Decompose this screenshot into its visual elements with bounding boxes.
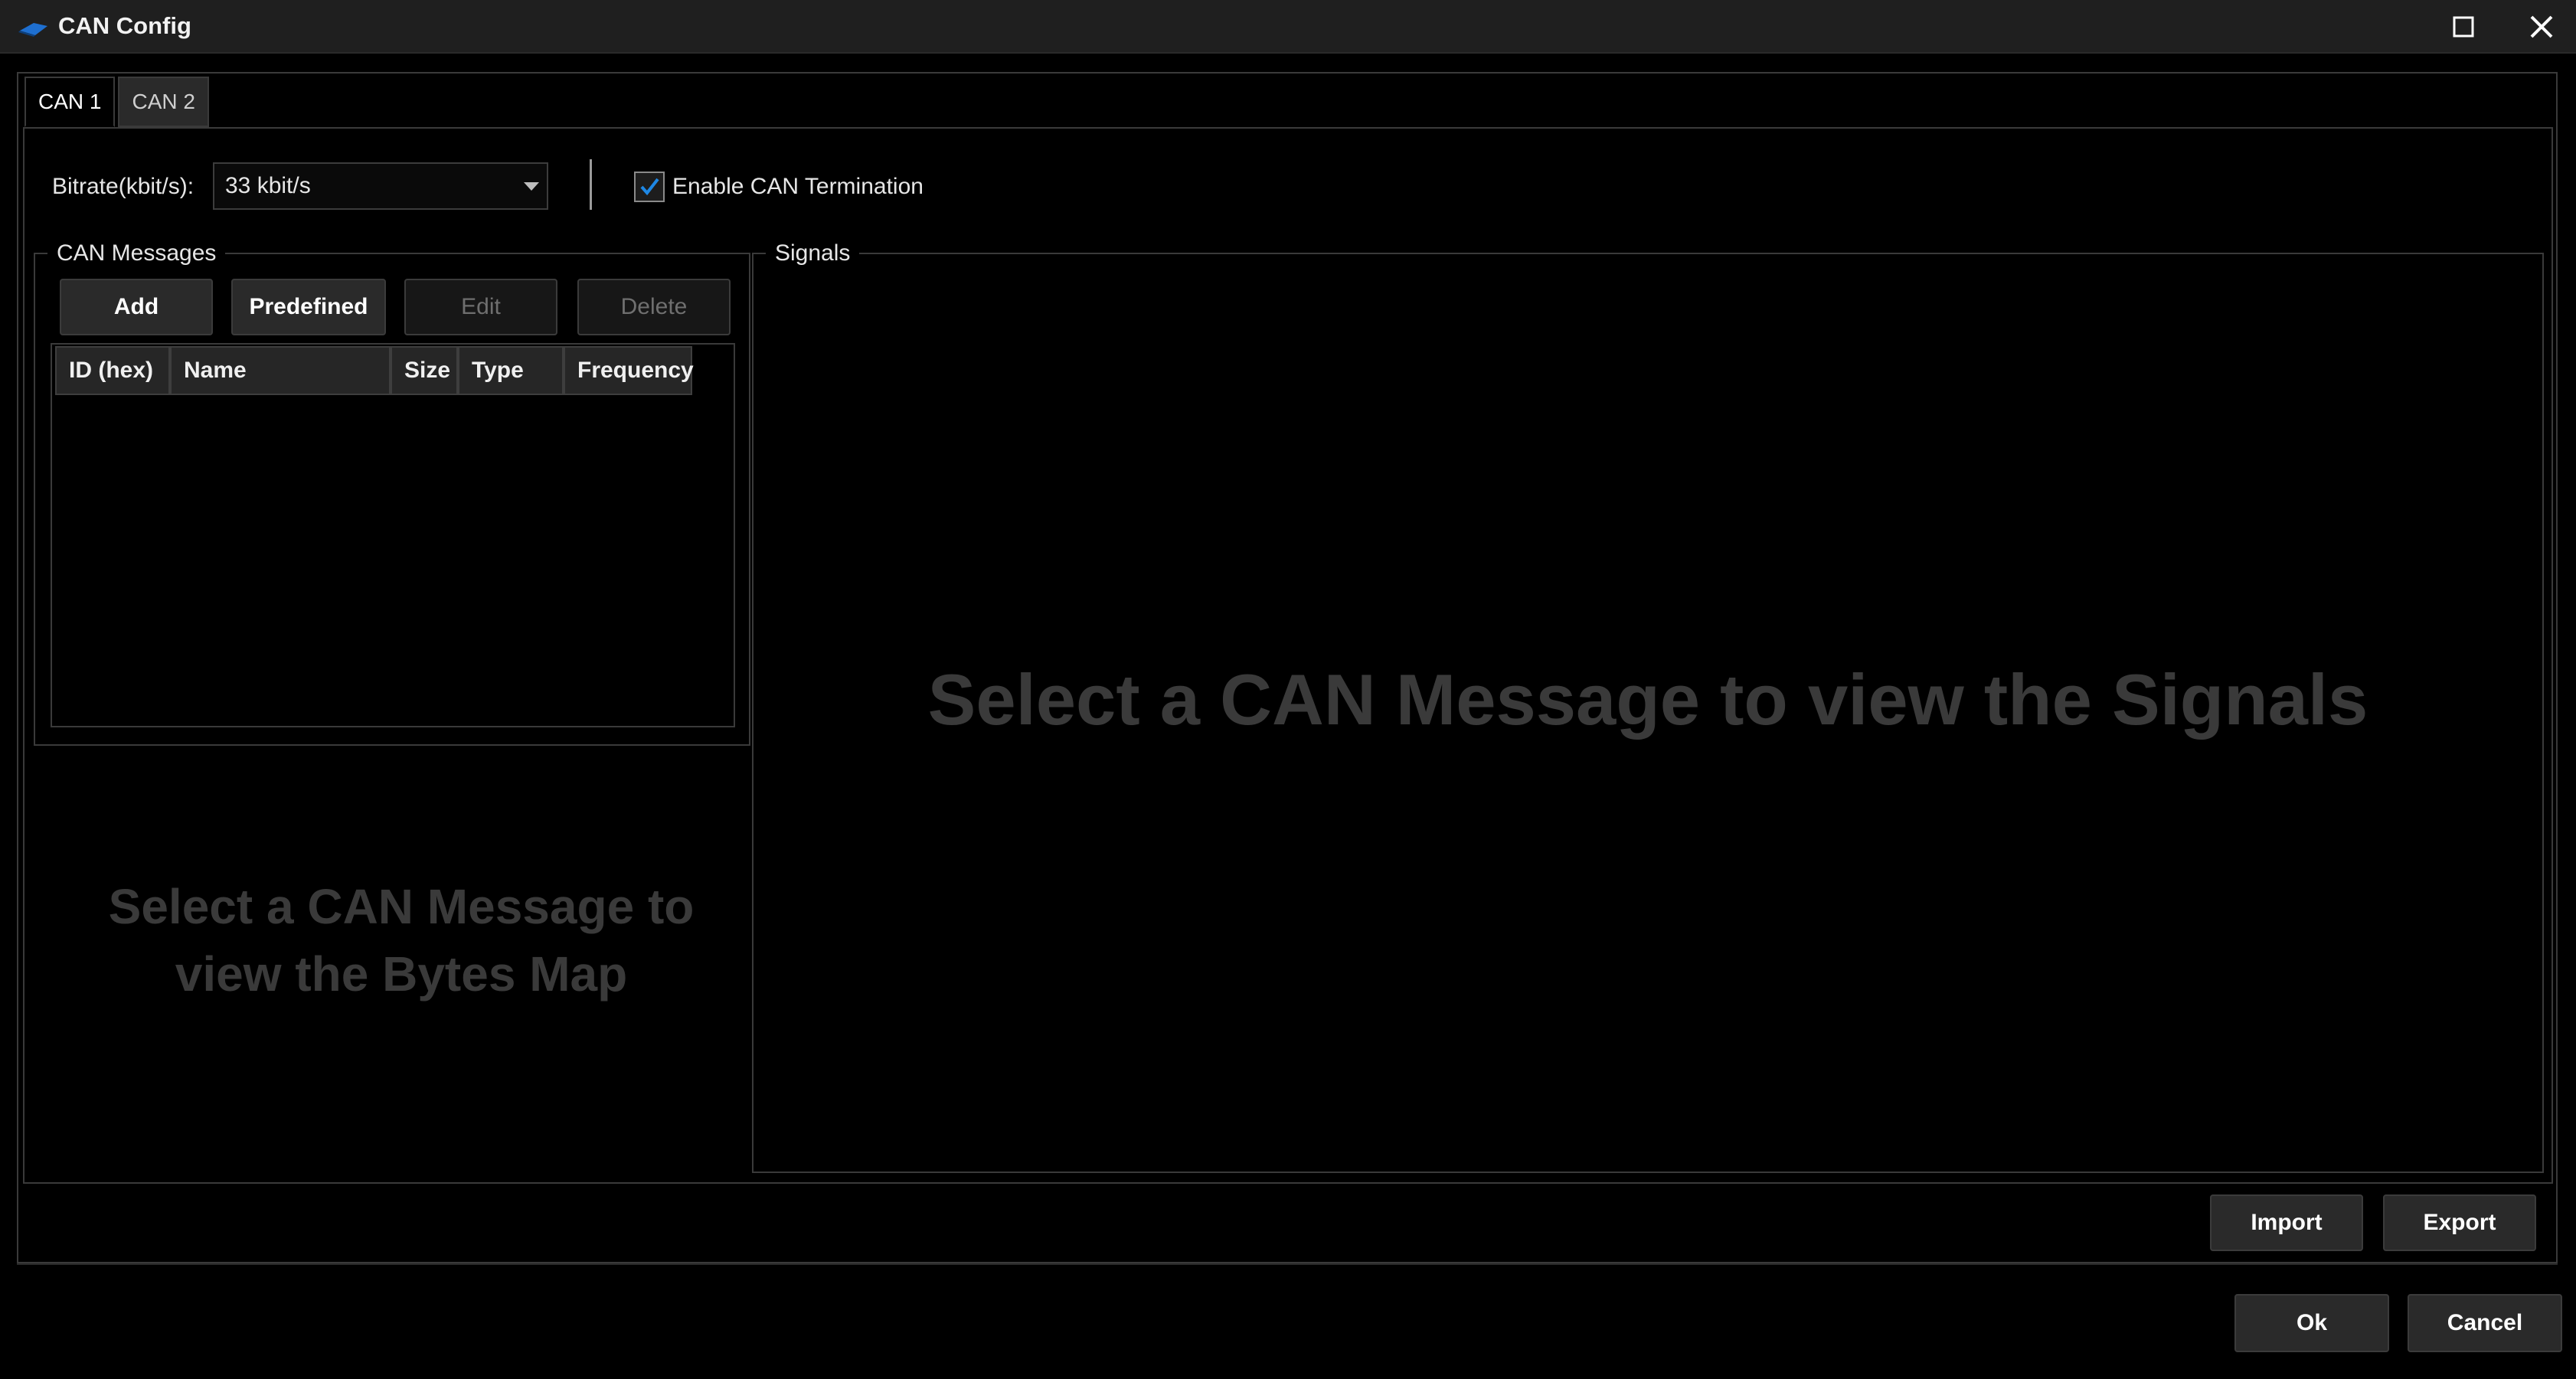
- column-id-hex[interactable]: ID (hex): [55, 346, 170, 395]
- footer-separator: [17, 1263, 2558, 1265]
- bitrate-select[interactable]: 33 kbit/s: [213, 162, 548, 210]
- termination-checkbox[interactable]: [634, 172, 665, 202]
- title-bar: CAN Config: [0, 0, 2576, 54]
- add-button[interactable]: Add: [60, 279, 213, 335]
- bytes-map-placeholder: Select a CAN Message to view the Bytes M…: [34, 873, 769, 1008]
- column-size[interactable]: Size: [391, 346, 458, 395]
- termination-label: Enable CAN Termination: [672, 174, 924, 199]
- import-button[interactable]: Import: [2210, 1194, 2363, 1251]
- checkmark-icon: [640, 178, 659, 196]
- app-logo-icon: [18, 23, 47, 37]
- column-frequency[interactable]: Frequency: [564, 346, 694, 395]
- cancel-button[interactable]: Cancel: [2408, 1294, 2562, 1352]
- chevron-down-icon: [524, 182, 539, 191]
- tab-can-2[interactable]: CAN 2: [118, 77, 209, 127]
- signals-title: Signals: [766, 239, 860, 268]
- tab-can-1[interactable]: CAN 1: [25, 77, 116, 127]
- column-name[interactable]: Name: [170, 346, 391, 395]
- can-messages-title: CAN Messages: [47, 239, 226, 268]
- export-button[interactable]: Export: [2383, 1194, 2536, 1251]
- window-title: CAN Config: [58, 12, 191, 39]
- bitrate-label: Bitrate(kbit/s):: [52, 174, 195, 199]
- edit-button[interactable]: Edit: [404, 279, 557, 335]
- column-type[interactable]: Type: [458, 346, 564, 395]
- bitrate-value: 33 kbit/s: [225, 173, 311, 198]
- tab-bar: CAN 1 CAN 2: [25, 77, 212, 129]
- can-messages-table[interactable]: ID (hex) Name Size Type Frequency: [51, 343, 735, 727]
- maximize-button[interactable]: [2443, 8, 2484, 46]
- close-icon: [2530, 15, 2553, 38]
- separator: [590, 159, 592, 210]
- delete-button[interactable]: Delete: [577, 279, 731, 335]
- maximize-icon: [2453, 16, 2474, 38]
- bytes-map-placeholder-line2: view the Bytes Map: [175, 946, 628, 1002]
- bytes-map-placeholder-line1: Select a CAN Message to: [108, 879, 695, 934]
- signals-placeholder: Select a CAN Message to view the Signals: [927, 659, 2368, 740]
- table-header: ID (hex) Name Size Type Frequency: [55, 346, 694, 395]
- ok-button[interactable]: Ok: [2234, 1294, 2389, 1352]
- close-button[interactable]: [2521, 8, 2562, 46]
- predefined-button[interactable]: Predefined: [231, 279, 386, 335]
